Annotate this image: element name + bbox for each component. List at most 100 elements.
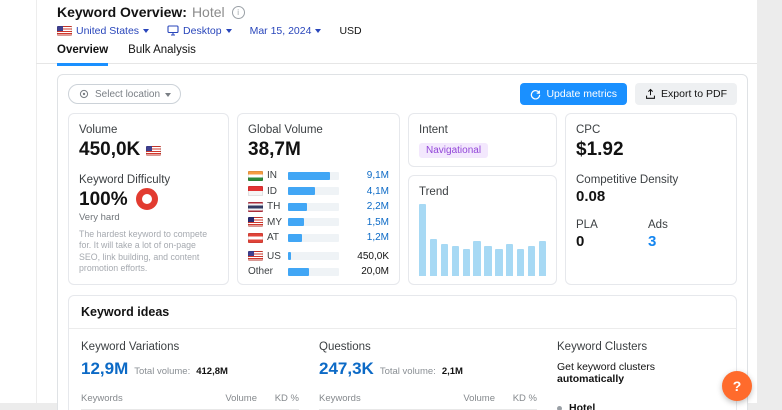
country-code: AT: [267, 232, 280, 244]
device-selector[interactable]: Desktop: [167, 25, 232, 37]
global-volume-bar-fill: [288, 171, 331, 180]
competitive-density-value: 0.08: [576, 188, 606, 205]
global-volume-value: 38,7M: [248, 139, 301, 160]
ads-value[interactable]: 3: [648, 233, 668, 251]
questions-count[interactable]: 247,3K: [319, 359, 374, 379]
volume-bar: [288, 252, 339, 261]
location-icon: [79, 89, 89, 99]
difficulty-note: The hardest keyword to compete for. It w…: [79, 229, 208, 274]
trend-bar: [484, 246, 492, 276]
metrics-row: Volume 450,0K Keyword Difficulty 100% Ve…: [68, 113, 737, 285]
questions-column: Questions 247,3K Total volume: 2,1M Keyw…: [319, 341, 537, 410]
global-volume-bar-fill: [288, 233, 303, 242]
trend-bar: [462, 248, 470, 276]
volume-bar: [288, 267, 339, 276]
questions-title: Questions: [319, 341, 371, 353]
page-content: Keyword Overview: Hotel i United States …: [57, 4, 748, 410]
select-location-button[interactable]: Select location: [68, 84, 182, 104]
keyword-overview-page: Keyword Overview: Hotel i United States …: [0, 0, 782, 410]
keyword-ideas-title: Keyword ideas: [69, 296, 736, 329]
update-metrics-button[interactable]: Update metrics: [520, 83, 628, 105]
country-code: IN: [267, 170, 277, 182]
refresh-icon: [531, 89, 541, 100]
trend-chart: [419, 204, 546, 276]
us-flag-icon: [57, 25, 72, 36]
global-volume-bar-fill: [288, 267, 310, 276]
export-icon: [646, 88, 655, 99]
pla-value: 0: [576, 233, 585, 250]
kd-column-header: KD %: [274, 393, 299, 404]
variations-count[interactable]: 12,9M: [81, 359, 128, 379]
desktop-icon: [167, 25, 179, 36]
ads-block: Ads 3: [648, 219, 668, 251]
chevron-down-icon: [143, 29, 150, 33]
tab-bulk-analysis[interactable]: Bulk Analysis: [128, 44, 196, 66]
difficulty-level: Very hard: [79, 212, 120, 223]
my-flag-icon: [248, 217, 263, 228]
keyword-variations-column: Keyword Variations 12,9M Total volume: 4…: [81, 341, 299, 410]
device-selector-label: Desktop: [183, 24, 222, 37]
trend-label: Trend: [419, 186, 449, 198]
country-code: TH: [267, 201, 281, 213]
keywords-column-header: Keywords: [319, 393, 361, 404]
questions-total-value: 2,1M: [441, 366, 463, 377]
trend-bar: [429, 238, 438, 276]
in-flag-icon: [248, 170, 263, 181]
country-volume-row[interactable]: US 450,0K: [248, 249, 389, 265]
id-flag-icon: [248, 186, 263, 197]
country-volume: 450,0K: [357, 250, 389, 262]
volume-column-header: Volume: [225, 393, 257, 404]
volume-bar: [288, 202, 339, 211]
update-metrics-label: Update metrics: [546, 88, 618, 100]
kd-column-header: KD %: [512, 393, 537, 404]
variations-total-label: Total volume:: [134, 366, 191, 377]
table-header: Keywords Volume KD %: [319, 393, 537, 410]
trend-bar: [516, 248, 525, 276]
help-button[interactable]: ?: [722, 371, 752, 401]
country-volume: 1,5M: [366, 216, 389, 228]
intent-badge[interactable]: Navigational: [419, 143, 489, 158]
country-volume-row[interactable]: ID 4,1M: [248, 184, 389, 200]
trend-bar: [419, 204, 427, 276]
country-volume: 9,1M: [366, 170, 389, 182]
volume-card: Volume 450,0K Keyword Difficulty 100% Ve…: [68, 113, 229, 285]
global-volume-card: Global Volume 38,7M IN 9,1M ID 4,1M TH 2…: [237, 113, 400, 285]
global-volume-bar-fill: [288, 202, 308, 211]
trend-bar: [495, 248, 503, 276]
country-code: US: [267, 250, 281, 262]
keyword-difficulty-label: Keyword Difficulty: [79, 174, 171, 186]
country-volume-row[interactable]: IN 9,1M: [248, 168, 389, 184]
keyword-ideas-card: Keyword ideas Keyword Variations 12,9M T…: [68, 295, 737, 410]
country-selector-label: United States: [76, 24, 140, 37]
country-volume: 1,2M: [366, 232, 389, 244]
page-gutter-right[interactable]: [757, 0, 782, 410]
date-selector[interactable]: Mar 15, 2024: [250, 25, 322, 37]
tab-overview[interactable]: Overview: [57, 44, 109, 66]
global-volume-label: Global Volume: [248, 124, 323, 136]
select-location-label: Select location: [95, 88, 161, 100]
chevron-down-icon: [315, 29, 322, 33]
clusters-subtitle-text: Get keyword clusters: [557, 361, 656, 373]
intent-trend-column: Intent Navigational Trend: [408, 113, 557, 285]
other-volume-row[interactable]: Other 20,0M: [248, 264, 389, 280]
date-selector-label: Mar 15, 2024: [249, 24, 312, 37]
us-flag-icon: [146, 145, 162, 156]
trend-bar: [440, 243, 449, 276]
us-flag-icon: [248, 251, 263, 262]
trend-bar: [538, 241, 546, 276]
keyword-difficulty-value: 100%: [79, 189, 128, 210]
overview-panel: Select location Update metrics Export to…: [57, 74, 748, 410]
ads-label: Ads: [648, 219, 668, 231]
country-code: MY: [267, 216, 282, 228]
export-pdf-button[interactable]: Export to PDF: [635, 83, 737, 105]
country-volume-row[interactable]: AT 1,2M: [248, 230, 389, 246]
global-volume-bar-fill: [288, 218, 305, 227]
country-volume-row[interactable]: TH 2,2M: [248, 199, 389, 215]
info-icon[interactable]: i: [231, 5, 245, 19]
page-header: Keyword Overview: Hotel i: [57, 4, 748, 20]
cluster-group[interactable]: Hotel: [557, 402, 724, 410]
questions-table: Keywords Volume KD % don cesar hotel 14,…: [319, 393, 537, 410]
country-selector[interactable]: United States: [57, 24, 150, 37]
export-pdf-label: Export to PDF: [661, 88, 727, 100]
country-volume-row[interactable]: MY 1,5M: [248, 215, 389, 231]
